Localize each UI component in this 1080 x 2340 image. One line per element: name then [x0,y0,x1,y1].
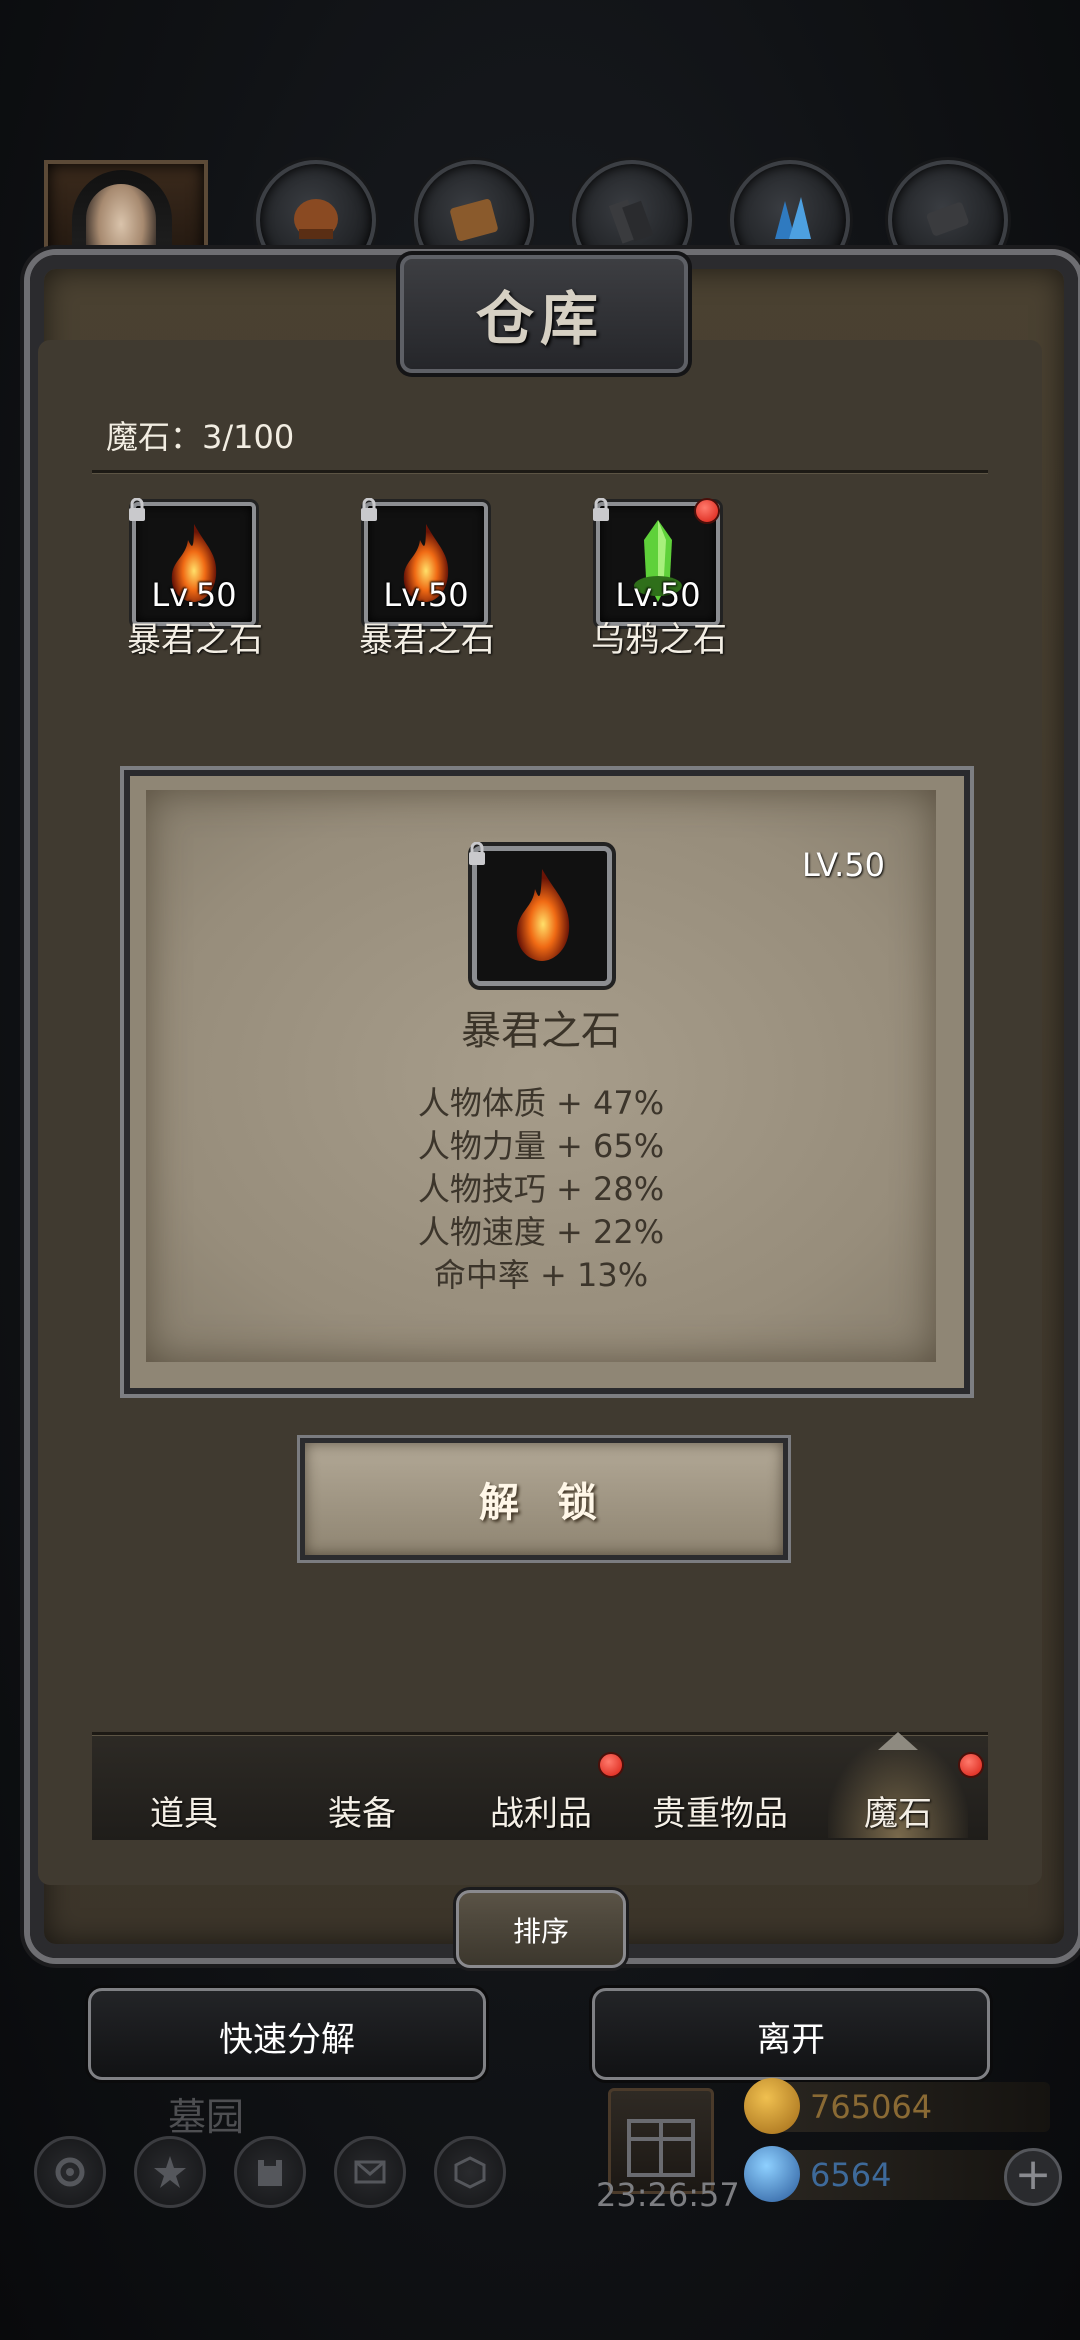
stone-level: Lv.50 [151,576,237,614]
stat-line: 人物力量 + 65% [417,1127,665,1165]
detail-stone-frame [472,846,612,986]
stone-level: Lv.50 [383,576,469,614]
tab-equipment[interactable]: 装备 [328,1786,396,1835]
lock-icon [361,498,377,521]
cube-icon [454,2156,486,2189]
page-title: 仓库 [475,285,604,353]
castle-icon [258,2160,282,2186]
divider [92,470,988,473]
quick-decompose-label: 快速分解 [219,2020,355,2060]
armor-icon [450,199,498,241]
new-badge [694,498,720,524]
ring-icon [926,202,969,236]
stone-name: 乌鸦之石 [591,620,727,660]
star-icon [154,2156,186,2188]
stone-level: Lv.50 [615,576,701,614]
fire-stone-icon [516,869,570,961]
gem-icon [744,2146,800,2202]
mail-icon [354,2160,386,2184]
leave-label: 离开 [757,2020,825,2060]
boots-icon [608,199,654,244]
stat-line: 命中率 + 13% [433,1256,649,1294]
lock-icon [593,498,609,521]
achievement-button[interactable] [134,2136,206,2208]
settings-button[interactable] [34,2136,106,2208]
sort-button-label: 排序 [512,1915,569,1948]
gear-icon [55,2157,85,2187]
area-name: 墓园 [168,2095,245,2139]
hat-icon [294,199,338,239]
gold-coin-icon [744,2078,800,2134]
crystal-icon [775,197,811,239]
shop-button[interactable] [434,2136,506,2208]
gold-amount: 765064 [810,2088,933,2126]
stone-name: 暴君之石 [127,620,263,660]
stat-line: 人物速度 + 22% [417,1213,665,1251]
tab-items[interactable]: 道具 [150,1786,218,1835]
gem-amount: 6564 [810,2156,892,2194]
stat-line: 人物技巧 + 28% [417,1170,665,1208]
stat-line: 人物体质 + 47% [417,1084,665,1122]
guild-button[interactable] [234,2136,306,2208]
tab-valuables[interactable]: 贵重物品 [652,1786,788,1835]
stone-count: 魔石：3/100 [106,418,295,456]
add-currency-button[interactable]: + [1004,2148,1062,2206]
stone-slot[interactable]: Lv.50 [129,498,256,626]
loot-badge [598,1752,624,1778]
stone-slot[interactable]: Lv.50 [593,498,720,626]
detail-level: LV.50 [802,846,885,884]
stone-name: 暴君之石 [359,620,495,660]
mail-button[interactable] [334,2136,406,2208]
tab-magic-stones[interactable]: 魔石 [864,1786,932,1835]
tab-loot[interactable]: 战利品 [490,1786,592,1835]
divider [92,1732,988,1735]
countdown-timer: 23:26:57 [596,2176,740,2214]
stone-slot[interactable]: Lv.50 [361,498,488,626]
active-tab-marker-icon [878,1732,918,1750]
lock-icon [469,842,485,865]
magic-stone-badge [958,1752,984,1778]
unlock-button-label: 解 锁 [479,1480,609,1526]
detail-stone-name: 暴君之石 [461,1008,621,1054]
lock-icon [129,498,145,521]
